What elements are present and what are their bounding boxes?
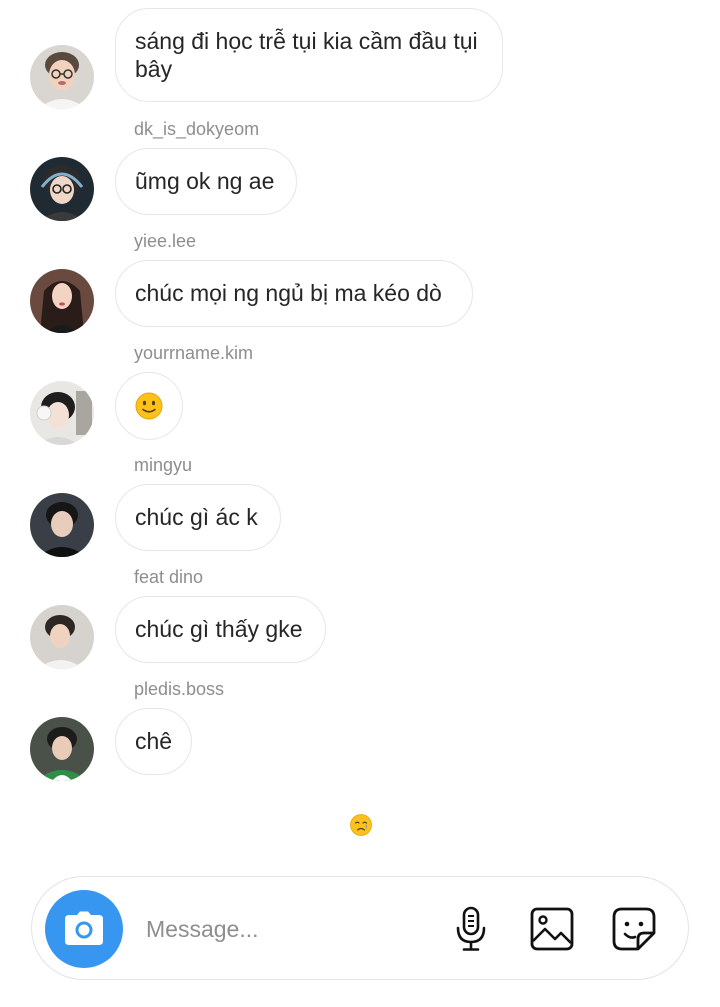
message-bubble[interactable] [115,372,183,440]
sender-name: feat dino [134,567,204,587]
avatar[interactable] [30,269,94,333]
message-bubble[interactable]: sáng đi học trễ tụi kia cầm đầu tụi bây [115,8,503,102]
camera-button[interactable] [45,890,123,968]
message-text: ũmg ok ng ae [135,168,275,194]
message-text: chúc mọi ng ngủ bị ma kéo dò [135,280,442,306]
sender-name: yourrname.kim [134,343,254,363]
message-bubble[interactable]: ũmg ok ng ae [115,148,297,215]
message-bubble[interactable]: chúc mọi ng ngủ bị ma kéo dò [115,260,473,327]
avatar[interactable] [30,717,94,781]
message-bubble[interactable]: chúc gì thấy gke [115,596,326,663]
camera-icon [65,911,103,945]
message-text: chê [135,728,173,754]
sender-name: yiee.lee [134,231,197,251]
slightly-smiling-face-icon [135,392,163,420]
message-bubble[interactable]: chúc gì ác k [115,484,281,551]
image-icon [530,907,574,951]
message-bubble[interactable]: chê [115,708,192,775]
message-input[interactable] [144,911,438,947]
voice-message-button[interactable] [447,905,495,953]
message-composer [31,876,689,980]
avatar[interactable] [30,157,94,221]
message-text: sáng đi học trễ tụi kia cầm đầu tụi bây [135,28,478,82]
avatar[interactable] [30,605,94,669]
message-text: chúc gì thấy gke [135,616,303,642]
avatar[interactable] [30,45,94,109]
sender-name: dk_is_dokyeom [134,119,260,139]
gallery-button[interactable] [528,905,576,953]
avatar[interactable] [30,493,94,557]
microphone-icon [456,906,486,951]
sender-name: mingyu [134,455,193,475]
sticker-button[interactable] [610,905,658,953]
message-text: chúc gì ác k [135,504,258,530]
sender-name: pledis.boss [134,679,225,699]
chat-thread: sáng đi học trễ tụi kia cầm đầu tụi bây … [0,0,720,1007]
avatar[interactable] [30,381,94,445]
crying-face-icon[interactable] [349,813,373,837]
sticker-icon [612,907,656,951]
